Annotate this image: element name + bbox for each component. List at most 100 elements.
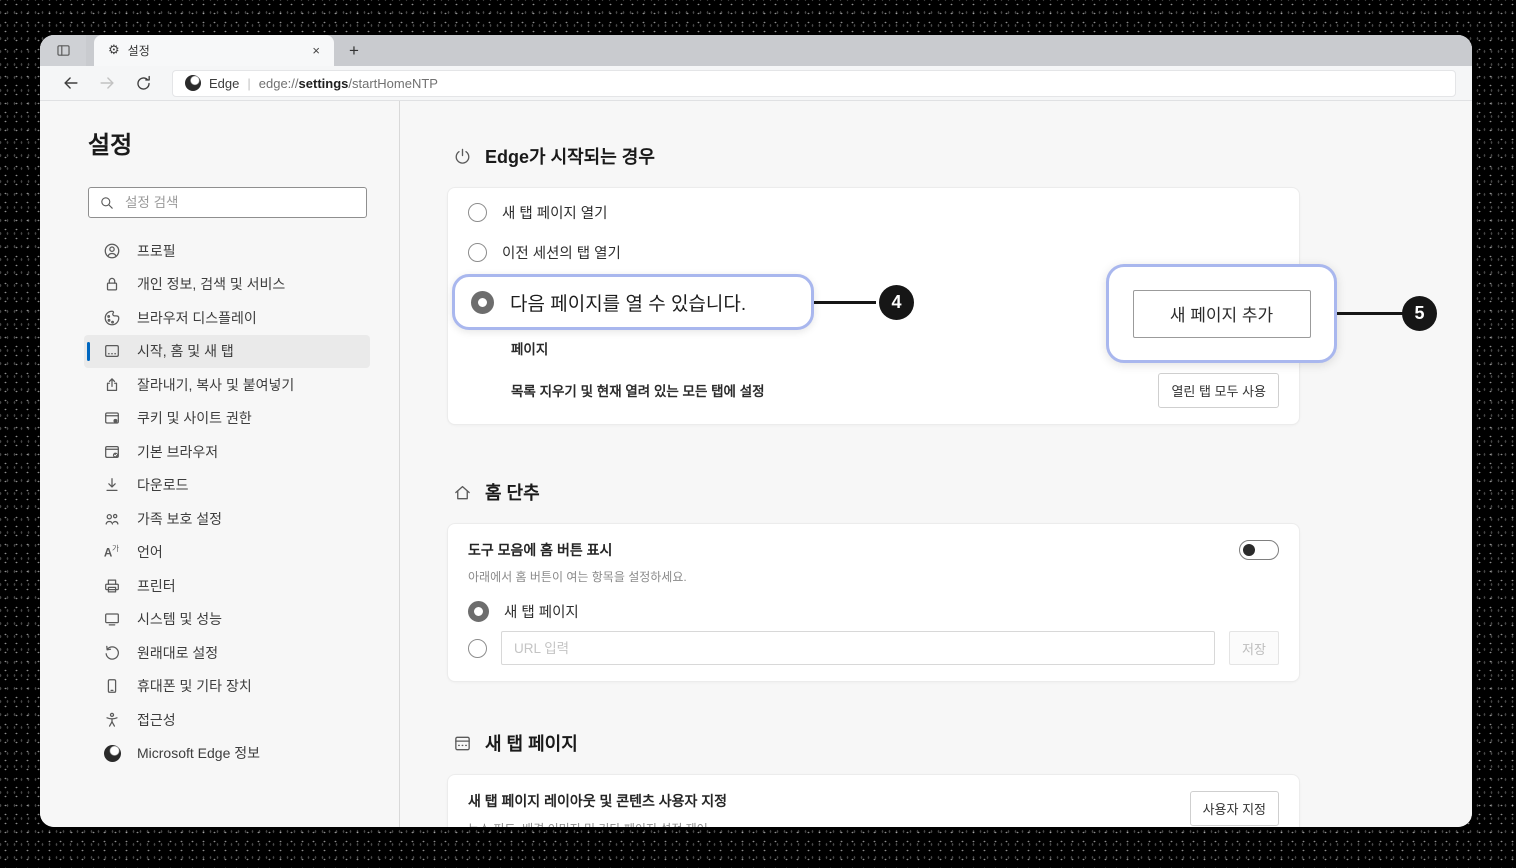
reset-icon: [102, 643, 122, 663]
svg-text:가: 가: [112, 544, 119, 553]
tab-title: 설정: [128, 42, 301, 59]
toolbar: Edge | edge://settings/startHomeNTP: [40, 66, 1472, 101]
tab-close-icon[interactable]: ×: [308, 42, 324, 59]
callout-5-line: [1337, 312, 1403, 315]
sidebar-item-label: 쿠키 및 사이트 권한: [137, 408, 252, 428]
home-button-heading-label: 홈 단추: [485, 479, 540, 505]
settings-sidebar: 설정 프로필개인 정보, 검색 및 서비스브라우저 디스플레이시작, 홈 및 새…: [40, 101, 400, 827]
phone-icon: [102, 676, 122, 696]
sidebar-item-edge-logo[interactable]: Microsoft Edge 정보: [84, 737, 370, 771]
edge-logo-icon: [102, 743, 122, 763]
sidebar-item-label: Microsoft Edge 정보: [137, 743, 260, 763]
home-button-toggle[interactable]: [1239, 540, 1279, 560]
sidebar-item-label: 프린터: [137, 576, 176, 596]
sidebar-item-label: 언어: [137, 542, 163, 562]
sidebar-item-label: 접근성: [137, 710, 176, 730]
sidebar-item-appearance[interactable]: 브라우저 디스플레이: [84, 301, 370, 335]
radio-selected-icon[interactable]: [471, 291, 494, 314]
address-separator: |: [247, 76, 250, 91]
sidebar-item-downloads[interactable]: 다운로드: [84, 469, 370, 503]
save-button[interactable]: 저장: [1229, 631, 1279, 665]
customize-button[interactable]: 사용자 지정: [1190, 791, 1279, 826]
sidebar-item-label: 프로필: [137, 241, 176, 261]
radio-unselected-icon[interactable]: [468, 243, 487, 262]
home-toggle-label: 도구 모음에 홈 버튼 표시: [468, 540, 612, 560]
startup-option-specific-pages-label: 다음 페이지를 열 수 있습니다.: [510, 289, 746, 316]
radio-unselected-icon[interactable]: [468, 639, 487, 658]
sidebar-item-printer[interactable]: 프린터: [84, 569, 370, 603]
new-tab-page-icon: [452, 733, 472, 753]
new-tab-button[interactable]: +: [334, 35, 374, 66]
settings-search-box[interactable]: [88, 187, 367, 218]
settings-search-input[interactable]: [125, 195, 356, 210]
home-option-newtab-label: 새 탭 페이지: [504, 601, 579, 622]
home-button-card: 도구 모음에 홈 버튼 표시 아래에서 홈 버튼이 여는 항목을 설정하세요. …: [447, 523, 1300, 682]
home-icon: [452, 482, 472, 502]
sidebar-title: 설정: [88, 131, 399, 161]
home-toggle-description: 아래에서 홈 버튼이 여는 항목을 설정하세요.: [468, 568, 1279, 585]
use-open-tabs-button[interactable]: 열린 탭 모두 사용: [1158, 373, 1279, 408]
toggle-knob: [1243, 544, 1255, 556]
callout-circle-5: 5: [1402, 296, 1437, 331]
tab-actions-button[interactable]: [40, 35, 86, 66]
sidebar-item-privacy[interactable]: 개인 정보, 검색 및 서비스: [84, 268, 370, 302]
refresh-icon: [135, 75, 152, 92]
tab-actions-icon: [55, 42, 72, 59]
sidebar-item-share[interactable]: 잘라내기, 복사 및 붙여넣기: [84, 368, 370, 402]
home-option-newtab[interactable]: 새 탭 페이지: [468, 593, 1279, 629]
active-tab[interactable]: ⚙ 설정 ×: [94, 35, 334, 66]
sidebar-item-default-browser[interactable]: 기본 브라우저: [84, 435, 370, 469]
settings-favicon-gear-icon: ⚙: [108, 43, 120, 58]
tab-strip: ⚙ 설정 × +: [40, 35, 1472, 66]
profile-icon: [102, 241, 122, 261]
content: 설정 프로필개인 정보, 검색 및 서비스브라우저 디스플레이시작, 홈 및 새…: [40, 101, 1472, 827]
power-icon: [452, 146, 472, 166]
languages-icon: A가: [102, 542, 122, 562]
sidebar-item-label: 브라우저 디스플레이: [137, 308, 257, 328]
start-home-icon: [102, 341, 122, 361]
highlight-box-5: 새 페이지 추가 5: [1106, 264, 1337, 363]
callout-circle-4: 4: [879, 285, 914, 320]
forward-button[interactable]: [92, 69, 122, 97]
home-url-input[interactable]: [501, 631, 1215, 665]
sidebar-item-reset[interactable]: 원래대로 설정: [84, 636, 370, 670]
forward-arrow-icon: [98, 74, 116, 92]
sidebar-item-label: 개인 정보, 검색 및 서비스: [137, 274, 285, 294]
sidebar-item-label: 기본 브라우저: [137, 442, 218, 462]
share-icon: [102, 375, 122, 395]
home-option-url-row: 저장: [468, 631, 1279, 665]
home-toggle-row: 도구 모음에 홈 버튼 표시: [468, 538, 1279, 562]
new-tab-row-title: 새 탭 페이지 레이아웃 및 콘텐츠 사용자 지정: [468, 791, 727, 811]
sidebar-item-system[interactable]: 시스템 및 성능: [84, 603, 370, 637]
sidebar-item-label: 휴대폰 및 기타 장치: [137, 676, 252, 696]
highlight-box-4: 다음 페이지를 열 수 있습니다. 4: [452, 274, 814, 330]
clear-list-row: 목록 지우기 및 현재 열려 있는 모든 탭에 설정 열린 탭 모두 사용: [468, 368, 1279, 412]
startup-heading-label: Edge가 시작되는 경우: [485, 143, 655, 169]
sidebar-item-label: 시작, 홈 및 새 탭: [137, 341, 234, 361]
refresh-button[interactable]: [128, 69, 158, 97]
sidebar-item-phone[interactable]: 휴대폰 및 기타 장치: [84, 670, 370, 704]
clear-list-label: 목록 지우기 및 현재 열려 있는 모든 탭에 설정: [511, 380, 765, 400]
sidebar-item-accessibility[interactable]: 접근성: [84, 703, 370, 737]
radio-unselected-icon[interactable]: [468, 203, 487, 222]
sidebar-item-label: 시스템 및 성능: [137, 609, 222, 629]
edge-logo-icon: [185, 75, 201, 91]
sidebar-item-languages[interactable]: A가 언어: [84, 536, 370, 570]
home-button-section-heading: 홈 단추: [447, 479, 1472, 505]
settings-main: Edge가 시작되는 경우 새 탭 페이지 열기 이전 세션의 탭 열기 다음 …: [400, 101, 1472, 827]
new-tab-row-description: 뉴스 피드, 배경 이미지 및 기타 페이지 설정 제어: [468, 820, 727, 827]
startup-option-label: 새 탭 페이지 열기: [502, 202, 607, 223]
appearance-icon: [102, 308, 122, 328]
back-button[interactable]: [56, 69, 86, 97]
system-icon: [102, 609, 122, 629]
add-new-page-button[interactable]: 새 페이지 추가: [1133, 290, 1311, 338]
sidebar-item-cookies[interactable]: 쿠키 및 사이트 권한: [84, 402, 370, 436]
browser-window: ⚙ 설정 × + Edge | edge://settings/startHom…: [40, 35, 1472, 827]
startup-option-newtab[interactable]: 새 탭 페이지 열기: [468, 192, 1279, 232]
downloads-icon: [102, 475, 122, 495]
sidebar-item-profile[interactable]: 프로필: [84, 234, 370, 268]
address-bar[interactable]: Edge | edge://settings/startHomeNTP: [172, 70, 1456, 97]
radio-selected-icon[interactable]: [468, 601, 489, 622]
sidebar-item-start-home[interactable]: 시작, 홈 및 새 탭: [84, 335, 370, 369]
sidebar-item-family[interactable]: 가족 보호 설정: [84, 502, 370, 536]
